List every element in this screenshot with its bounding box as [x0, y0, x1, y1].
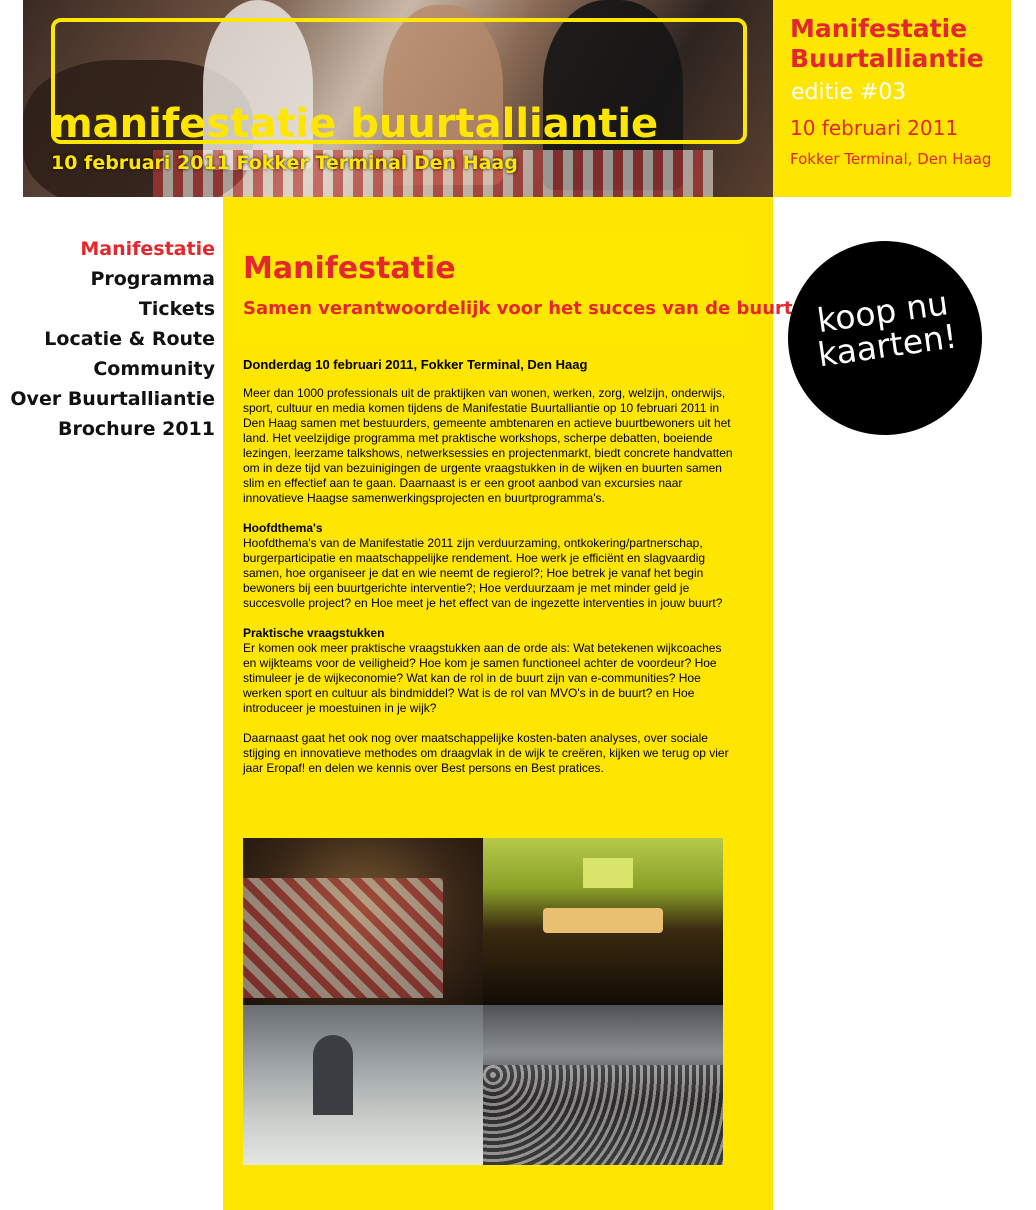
- event-location: Fokker Terminal, Den Haag: [790, 150, 992, 168]
- photo-grid: [243, 838, 723, 1165]
- buy-tickets-label: koop nu kaarten!: [784, 282, 986, 376]
- intro-paragraph: Meer dan 1000 professionals uit de prakt…: [243, 386, 733, 505]
- main-navigation: Manifestatie Programma Tickets Locatie &…: [0, 234, 215, 444]
- event-name-line2: Buurtalliantie: [790, 44, 984, 73]
- event-date-line: Donderdag 10 februari 2011, Fokker Termi…: [243, 357, 588, 372]
- themes-text: Hoofdthema's van de Manifestatie 2011 zi…: [243, 536, 723, 610]
- practical-text: Er komen ook meer praktische vraagstukke…: [243, 641, 722, 715]
- themes-section: Hoofdthema's Hoofdthema's van de Manifes…: [243, 521, 733, 611]
- header-subtitle: 10 februari 2011 Fokker Terminal Den Haa…: [51, 152, 518, 174]
- photo-crowd: [483, 1005, 723, 1165]
- edition-label: editie #03: [791, 80, 907, 105]
- page-title: Manifestatie: [243, 251, 456, 286]
- nav-item-programma[interactable]: Programma: [0, 264, 215, 294]
- nav-item-manifestatie[interactable]: Manifestatie: [0, 234, 215, 264]
- photo-dinner: [243, 838, 483, 1005]
- main-content: Manifestatie Samen verantwoordelijk voor…: [223, 197, 793, 1210]
- themes-heading: Hoofdthema's: [243, 521, 323, 535]
- practical-section: Praktische vraagstukken Er komen ook mee…: [243, 626, 733, 716]
- header-banner[interactable]: manifestatie buurtalliantie 10 februari …: [23, 0, 773, 197]
- closing-paragraph: Daarnaast gaat het ook nog over maatscha…: [243, 731, 729, 775]
- event-name-line1: Manifestatie: [790, 14, 968, 43]
- nav-item-brochure-2011[interactable]: Brochure 2011: [0, 414, 215, 444]
- nav-item-over-buurtalliantie[interactable]: Over Buurtalliantie: [0, 384, 215, 414]
- page-subtitle: Samen verantwoordelijk voor het succes v…: [243, 298, 793, 319]
- nav-item-tickets[interactable]: Tickets: [0, 294, 215, 324]
- article-body: Donderdag 10 februari 2011, Fokker Termi…: [243, 357, 733, 791]
- photo-terminal-hall: [243, 1005, 483, 1165]
- header-title: manifestatie buurtalliantie: [51, 101, 659, 147]
- event-date: 10 februari 2011: [790, 116, 959, 140]
- buy-tickets-button[interactable]: koop nu kaarten!: [788, 241, 982, 435]
- practical-heading: Praktische vraagstukken: [243, 626, 385, 640]
- photo-auditorium: [483, 838, 723, 1005]
- event-info-box: Manifestatie Buurtalliantie editie #03 1…: [773, 0, 1011, 197]
- nav-item-locatie-route[interactable]: Locatie & Route: [0, 324, 215, 354]
- event-name: Manifestatie Buurtalliantie: [790, 14, 984, 74]
- nav-item-community[interactable]: Community: [0, 354, 215, 384]
